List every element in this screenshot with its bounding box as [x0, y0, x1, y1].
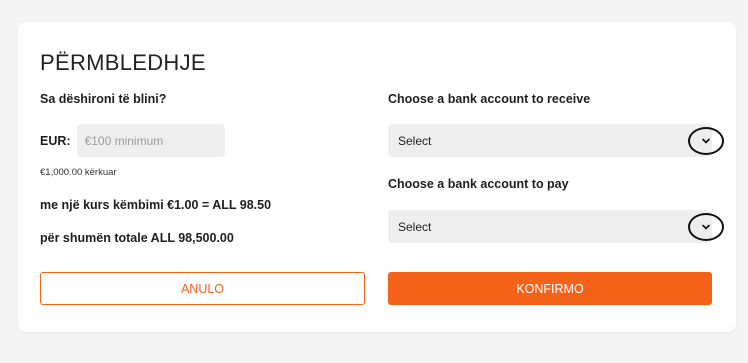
currency-label: EUR:: [40, 133, 71, 148]
amount-input[interactable]: [76, 124, 225, 157]
purchase-question: Sa dëshironi të blini?: [40, 92, 167, 106]
page-title: PËRMBLEDHJE: [40, 50, 206, 75]
pay-account-select[interactable]: Select: [388, 210, 724, 243]
chevron-down-icon[interactable]: [688, 212, 724, 241]
cancel-button[interactable]: ANULO: [40, 272, 365, 305]
receive-account-label: Choose a bank account to receive: [388, 92, 591, 106]
summary-card: PËRMBLEDHJE Sa dëshironi të blini? EUR: …: [18, 22, 736, 332]
pay-account-label: Choose a bank account to pay: [388, 177, 569, 191]
required-amount-hint: €1,000.00 kërkuar: [40, 167, 117, 178]
receive-account-selected: Select: [398, 133, 432, 148]
amount-row: EUR:: [40, 124, 225, 157]
total-amount-text: për shumën totale ALL 98,500.00: [40, 231, 234, 245]
receive-account-select[interactable]: Select: [388, 124, 724, 157]
chevron-down-icon[interactable]: [688, 126, 724, 155]
confirm-button[interactable]: KONFIRMO: [388, 272, 712, 305]
pay-account-selected: Select: [398, 219, 432, 234]
exchange-rate-text: me një kurs këmbimi €1.00 = ALL 98.50: [40, 198, 272, 212]
